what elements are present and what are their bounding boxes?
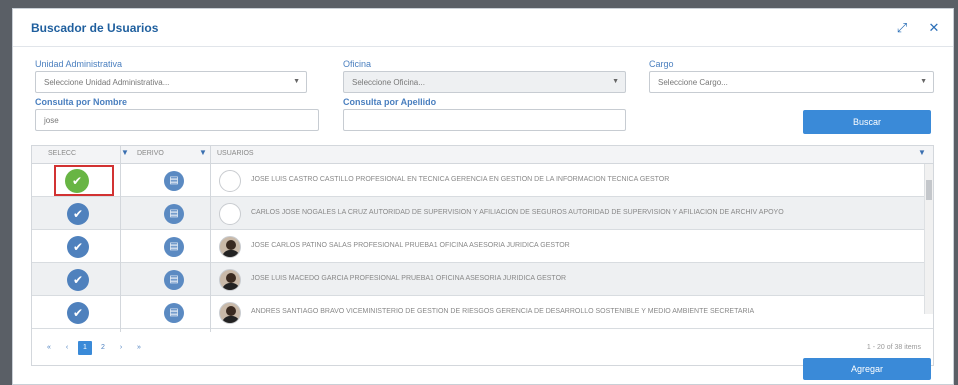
user-info: JOSE LUIS CASTRO CASTILLO PROFESIONAL EN… [251,176,670,183]
oficina-select-value: Seleccione Oficina... [352,78,425,87]
document-icon[interactable]: ▤ [164,303,184,323]
document-icon[interactable]: ▤ [164,204,184,224]
check-circle-icon[interactable]: ✔ [67,269,89,291]
user-info: JOSE CARLOS PATIÑO SALAS PROFESIONAL PRU… [251,242,570,249]
modal-header: Buscador de Usuarios ⤢ ✕ [13,9,953,47]
nombre-label: Consulta por Nombre [35,97,128,107]
close-icon[interactable]: ✕ [927,21,941,35]
search-button[interactable]: Buscar [803,110,931,134]
check-circle-icon[interactable]: ✔ [65,169,89,193]
pager-info: 1 - 20 of 38 items [866,344,921,351]
document-icon[interactable]: ▤ [164,171,184,191]
filter-icon[interactable]: ▼ [121,149,129,157]
apellido-input[interactable] [343,109,626,131]
check-circle-icon[interactable]: ✔ [67,203,89,225]
oficina-select[interactable]: Seleccione Oficina... ▼ [343,71,626,93]
user-info: ANDRES SANTIAGO BRAVO VICEMINISTERIO DE … [251,308,755,315]
avatar [219,203,241,225]
avatar [219,302,241,324]
user-info: CARLOS JOSE NOGALES LA CRUZ AUTORIDAD DE… [251,209,784,216]
expand-icon[interactable]: ⤢ [895,21,909,35]
first-page-button[interactable]: « [42,341,56,355]
unidad-select-value: Seleccione Unidad Administrativa... [44,78,170,87]
document-icon[interactable]: ▤ [164,237,184,257]
add-button[interactable]: Agregar [803,358,931,380]
modal-title: Buscador de Usuarios [31,20,159,35]
document-icon[interactable]: ▤ [164,270,184,290]
apellido-label: Consulta por Apellido [343,97,437,107]
avatar [219,269,241,291]
table-row[interactable]: ✔ ▤ CARLOS JOSE NOGALES LA CRUZ AUTORIDA… [32,197,933,230]
unidad-select[interactable]: Seleccione Unidad Administrativa... ▼ [35,71,307,93]
pager: « ‹ 1 2 › » 1 - 20 of 38 items [32,332,933,365]
cargo-label: Cargo [649,59,674,69]
avatar [219,236,241,258]
prev-page-button[interactable]: ‹ [60,341,74,355]
last-page-button[interactable]: » [132,341,146,355]
chevron-down-icon: ▼ [612,78,619,85]
vertical-scrollbar[interactable] [924,164,933,314]
filter-icon[interactable]: ▼ [918,149,926,157]
column-divider [120,146,121,332]
cargo-select[interactable]: Seleccione Cargo... ▼ [649,71,934,93]
table-row[interactable]: ✔ ▤ JOSE LUIS CASTRO CASTILLO PROFESIONA… [32,164,933,197]
next-page-button[interactable]: › [114,341,128,355]
chevron-down-icon: ▼ [293,78,300,85]
users-grid: SELECC ▼ DERIVO ▼ USUARIOS ▼ ✔ ▤ JOSE LU… [31,145,934,366]
oficina-label: Oficina [343,59,372,69]
page-2-button[interactable]: 2 [96,341,110,355]
page-1-button[interactable]: 1 [78,341,92,355]
scrollbar-thumb[interactable] [926,180,932,200]
filter-icon[interactable]: ▼ [199,149,207,157]
table-row[interactable]: ✔ ▤ ANDRES SANTIAGO BRAVO VICEMINISTERIO… [32,296,933,329]
nombre-input-value: jose [44,116,59,125]
check-circle-icon[interactable]: ✔ [67,236,89,258]
check-circle-icon[interactable]: ✔ [67,302,89,324]
nombre-input[interactable]: jose [35,109,319,131]
unidad-label: Unidad Administrativa [35,59,123,69]
user-info: JOSE LUIS MACEDO GARCIA PROFESIONAL PRUE… [251,275,567,282]
user-search-modal: Buscador de Usuarios ⤢ ✕ Unidad Administ… [12,8,954,385]
table-row[interactable]: ✔ ▤ JOSE CARLOS PATIÑO SALAS PROFESIONAL… [32,230,933,263]
column-header-usuarios[interactable]: USUARIOS [217,150,254,157]
column-divider [210,146,211,332]
avatar [219,170,241,192]
chevron-down-icon: ▼ [920,78,927,85]
table-row[interactable]: ✔ ▤ JOSE LUIS MACEDO GARCIA PROFESIONAL … [32,263,933,296]
grid-header: SELECC ▼ DERIVO ▼ USUARIOS ▼ [32,146,933,164]
column-header-derivo[interactable]: DERIVO [137,150,164,157]
cargo-select-value: Seleccione Cargo... [658,78,728,87]
column-header-selecc[interactable]: SELECC [48,150,76,157]
